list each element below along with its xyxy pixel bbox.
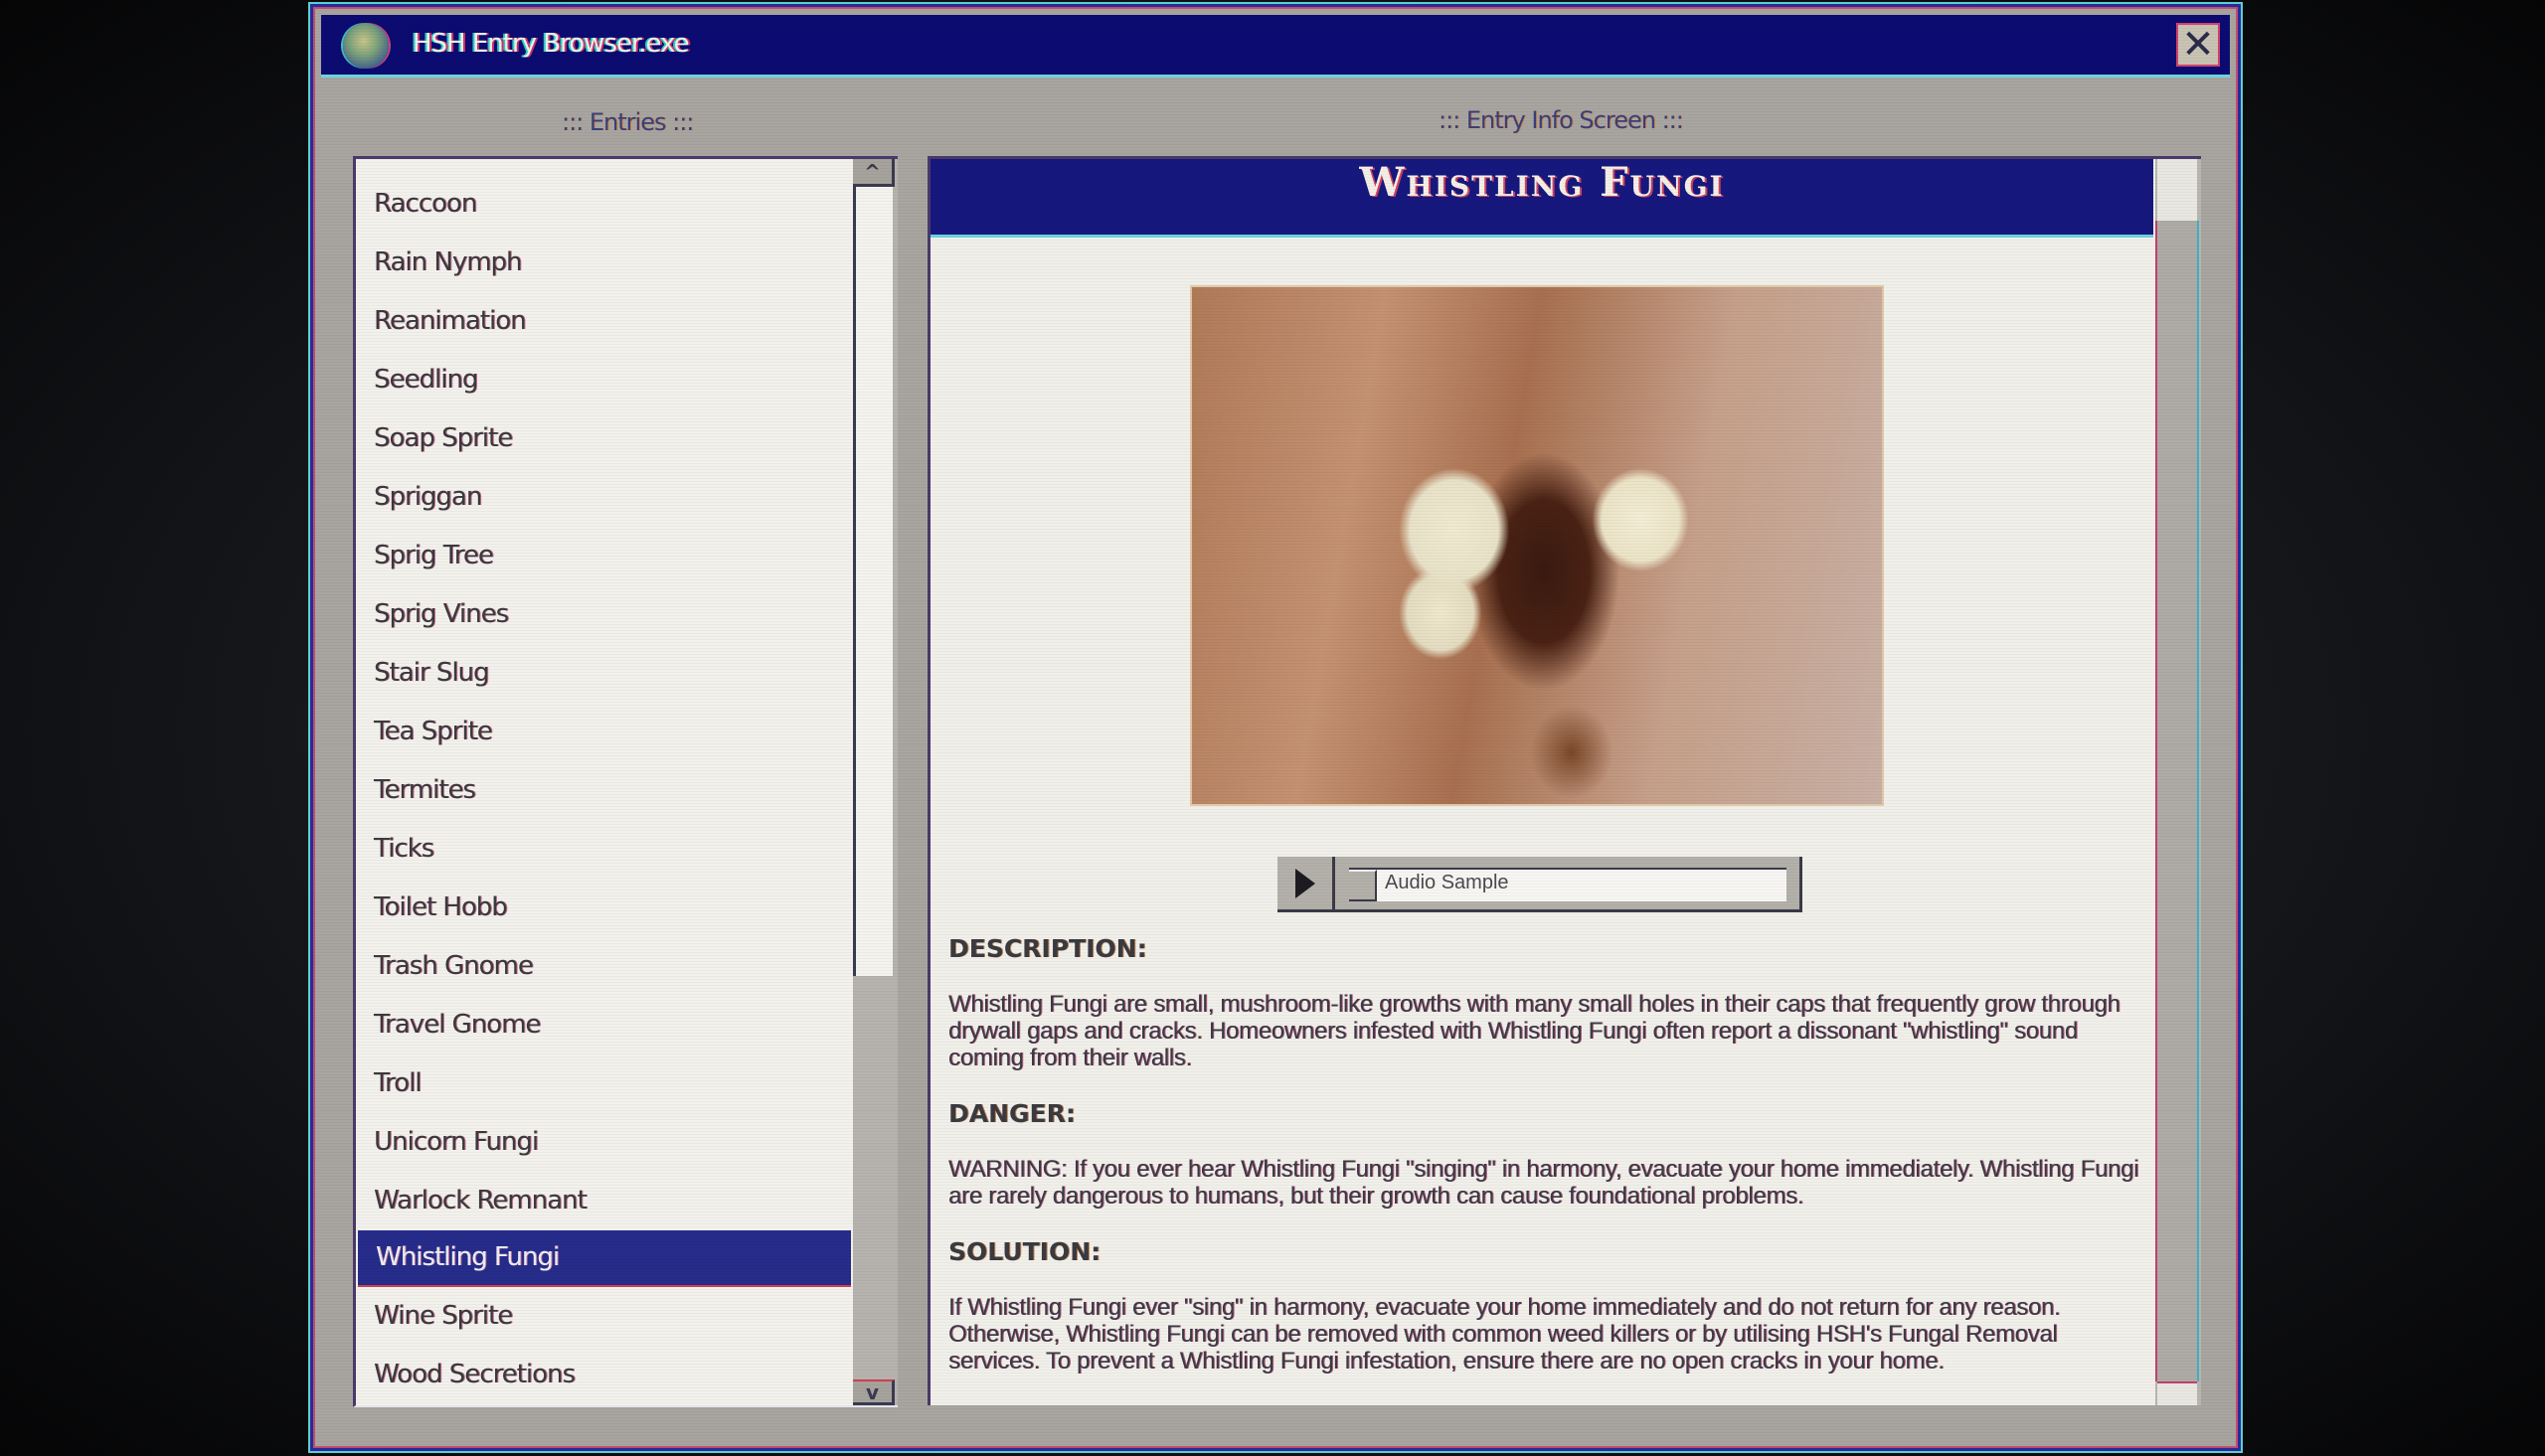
list-item[interactable]: Rain Nymph	[356, 234, 851, 292]
list-item[interactable]: Trash Gnome	[356, 937, 851, 996]
entries-label: ::: Entries :::	[562, 108, 694, 136]
scroll-down-button[interactable]: v	[853, 1379, 895, 1405]
list-item[interactable]: Ticks	[356, 820, 851, 879]
globe-icon	[343, 23, 389, 69]
list-item[interactable]: Unicorn Fungi	[356, 1113, 851, 1172]
list-item[interactable]: Warlock Remnant	[356, 1172, 851, 1230]
danger-heading: DANGER:	[948, 1099, 1076, 1128]
scroll-up-button[interactable]: ^	[853, 159, 895, 187]
list-item[interactable]: Seedling	[356, 351, 851, 409]
info-scroll-up[interactable]	[2157, 159, 2197, 221]
info-scrollbar[interactable]	[2155, 159, 2201, 1405]
list-item[interactable]: Reanimation	[356, 292, 851, 351]
list-item[interactable]: Termites	[356, 761, 851, 820]
description-text: Whistling Fungi are small, mushroom-like…	[948, 991, 2121, 1071]
entries-scroll-track[interactable]	[853, 187, 893, 976]
list-item[interactable]: Tea Sprite	[356, 703, 851, 761]
entries-scrollbar[interactable]: ^ v	[853, 159, 898, 1405]
list-item[interactable]: Troll	[356, 1054, 851, 1113]
list-item[interactable]: Raccoon	[356, 175, 851, 234]
list-item-selected[interactable]: Whistling Fungi	[358, 1230, 851, 1287]
entry-info-label: ::: Entry Info Screen :::	[1439, 106, 1684, 134]
audio-track-field[interactable]: Audio Sample	[1349, 868, 1786, 901]
close-button[interactable]: ✕	[2176, 23, 2220, 67]
audio-player: Audio Sample	[1277, 857, 1802, 912]
info-scroll-thumb[interactable]	[2155, 221, 2199, 1381]
audio-progress-handle[interactable]	[1349, 870, 1377, 901]
entry-info-panel: Whistling Fungi Audio Sample DESCRIPTION…	[928, 156, 2201, 1405]
list-item[interactable]: Spriggan	[356, 468, 851, 527]
info-scroll-down[interactable]	[2157, 1381, 2197, 1405]
list-item[interactable]: Soap Sprite	[356, 409, 851, 468]
chevron-down-icon: v	[865, 1379, 880, 1404]
close-x-icon: ✕	[2181, 22, 2215, 68]
entries-list-items: Raccoon Rain Nymph Reanimation Seedling Soap…	[356, 175, 851, 1404]
list-item[interactable]: Wood Secretions	[356, 1346, 851, 1404]
play-icon	[1294, 868, 1315, 898]
entry-photo	[1190, 285, 1884, 806]
chevron-up-icon: ^	[864, 159, 881, 184]
solution-text: If Whistling Fungi ever "sing" in harmon…	[948, 1294, 2061, 1375]
danger-text: WARNING: If you ever hear Whistling Fung…	[948, 1156, 2139, 1210]
window-title: HSH Entry Browser.exe	[413, 29, 690, 59]
play-button[interactable]	[1277, 857, 1335, 909]
list-item[interactable]: Stair Slug	[356, 644, 851, 703]
list-item[interactable]: Travel Gnome	[356, 996, 851, 1054]
solution-heading: SOLUTION:	[948, 1237, 1102, 1266]
app-window: HSH Entry Browser.exe ✕ ::: Entries ::: …	[310, 4, 2241, 1451]
list-item[interactable]: Sprig Tree	[356, 527, 851, 585]
entry-content: DESCRIPTION: Whistling Fungi are small, …	[948, 934, 2141, 1402]
audio-sample-label: Audio Sample	[1385, 872, 1509, 893]
description-heading: DESCRIPTION:	[948, 934, 1147, 963]
list-item[interactable]: Sprig Vines	[356, 585, 851, 644]
entry-title: Whistling Fungi	[1359, 159, 1725, 206]
entry-title-banner: Whistling Fungi	[931, 159, 2153, 238]
entries-list[interactable]: Raccoon Rain Nymph Reanimation Seedling Soap…	[353, 156, 898, 1407]
list-item[interactable]: Toilet Hobb	[356, 879, 851, 937]
title-bar[interactable]: HSH Entry Browser.exe ✕	[321, 15, 2230, 78]
list-item[interactable]: Wine Sprite	[356, 1287, 851, 1346]
